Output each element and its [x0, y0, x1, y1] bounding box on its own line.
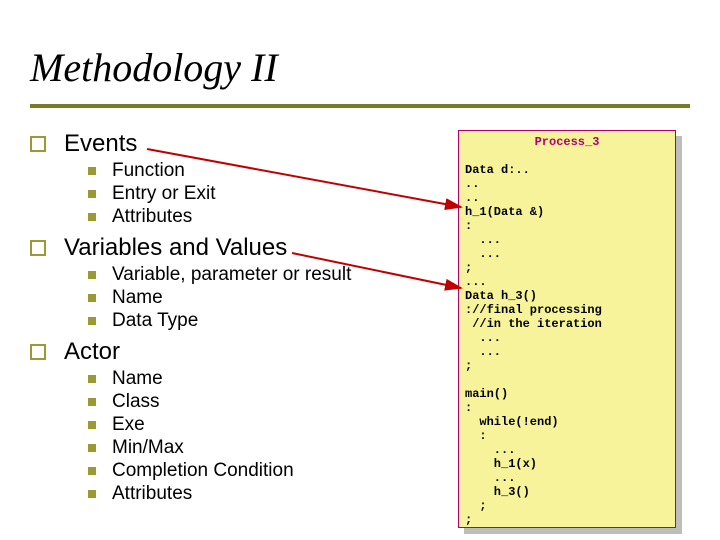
section-actor: Actor [30, 338, 450, 366]
list-item: Entry or Exit [88, 183, 450, 205]
list-item-label: Variable, parameter or result [112, 264, 351, 286]
list-item-label: Class [112, 391, 160, 413]
list-item: Attributes [88, 206, 450, 228]
square-bullet-icon [88, 467, 96, 475]
section-heading: Events [64, 130, 137, 158]
list-item: Name [88, 287, 450, 309]
square-bullet-icon [88, 490, 96, 498]
list-item: Variable, parameter or result [88, 264, 450, 286]
list-item: Name [88, 368, 450, 390]
list-item-label: Data Type [112, 310, 198, 332]
list-item-label: Exe [112, 414, 145, 436]
list-item: Function [88, 160, 450, 182]
list-item-label: Entry or Exit [112, 183, 215, 205]
code-panel: Process_3 Data d:.. .. .. h_1(Data &) : … [458, 130, 676, 528]
list-item-label: Completion Condition [112, 460, 294, 482]
code-text: Data d:.. .. .. h_1(Data &) : ... ... ; … [465, 163, 602, 527]
list-item: Data Type [88, 310, 450, 332]
square-bullet-icon [88, 213, 96, 221]
list-item-label: Function [112, 160, 185, 182]
square-bullet-icon [88, 190, 96, 198]
list-item: Attributes [88, 483, 450, 505]
list-item-label: Name [112, 368, 163, 390]
list-item-label: Min/Max [112, 437, 184, 459]
code-body: Process_3 Data d:.. .. .. h_1(Data &) : … [458, 130, 676, 528]
square-bullet-icon [88, 398, 96, 406]
list-item: Min/Max [88, 437, 450, 459]
slide: Methodology II Events Function Entry or … [0, 0, 720, 540]
section-events: Events [30, 130, 450, 158]
square-bullet-icon [30, 240, 46, 256]
square-bullet-icon [88, 444, 96, 452]
list-item: Class [88, 391, 450, 413]
square-bullet-icon [88, 375, 96, 383]
list-item-label: Attributes [112, 206, 192, 228]
square-bullet-icon [88, 167, 96, 175]
list-item: Exe [88, 414, 450, 436]
list-item: Completion Condition [88, 460, 450, 482]
square-bullet-icon [30, 136, 46, 152]
title-underline [30, 104, 690, 108]
bullet-content: Events Function Entry or Exit Attributes… [30, 124, 450, 506]
square-bullet-icon [88, 271, 96, 279]
square-bullet-icon [30, 344, 46, 360]
section-variables: Variables and Values [30, 234, 450, 262]
list-item-label: Name [112, 287, 163, 309]
slide-title: Methodology II [30, 44, 278, 91]
square-bullet-icon [88, 317, 96, 325]
list-item-label: Attributes [112, 483, 192, 505]
section-heading: Actor [64, 338, 120, 366]
square-bullet-icon [88, 294, 96, 302]
square-bullet-icon [88, 421, 96, 429]
section-heading: Variables and Values [64, 234, 287, 262]
code-header: Process_3 [465, 135, 669, 149]
